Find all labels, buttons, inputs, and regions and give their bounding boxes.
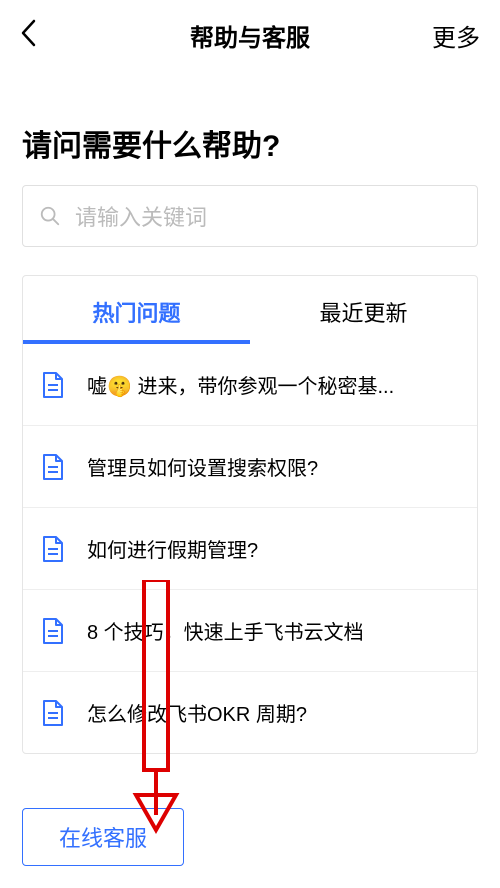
faq-list: 嘘🤫 进来，带你参观一个秘密基... 管理员如何设置搜索权限? xyxy=(23,344,477,753)
search-icon xyxy=(39,205,61,227)
tab-recent[interactable]: 最近更新 xyxy=(250,276,477,344)
online-service-button[interactable]: 在线客服 xyxy=(22,808,184,866)
document-icon xyxy=(41,617,65,645)
list-item[interactable]: 管理员如何设置搜索权限? xyxy=(23,425,477,507)
list-item-text: 怎么修改飞书OKR 周期? xyxy=(87,698,307,727)
list-item[interactable]: 怎么修改飞书OKR 周期? xyxy=(23,671,477,753)
back-button[interactable] xyxy=(20,19,80,52)
list-item-text: 8 个技巧，快速上手飞书云文档 xyxy=(87,616,364,645)
list-item[interactable]: 嘘🤫 进来，带你参观一个秘密基... xyxy=(23,344,477,425)
document-icon xyxy=(41,535,65,563)
header: 帮助与客服 更多 xyxy=(0,0,500,71)
more-button[interactable]: 更多 xyxy=(420,18,480,53)
help-card: 热门问题 最近更新 嘘🤫 进来，带你参观一个秘密基... xyxy=(22,275,478,754)
document-icon xyxy=(41,371,65,399)
page-header-title: 帮助与客服 xyxy=(190,18,310,53)
page-title: 请问需要什么帮助? xyxy=(0,71,500,185)
document-icon xyxy=(41,453,65,481)
list-item[interactable]: 8 个技巧，快速上手飞书云文档 xyxy=(23,589,477,671)
search-input[interactable]: 请输入关键词 xyxy=(22,185,478,247)
chevron-left-icon xyxy=(20,19,36,47)
tab-hot[interactable]: 热门问题 xyxy=(23,276,250,344)
list-item-text: 嘘🤫 进来，带你参观一个秘密基... xyxy=(87,370,394,399)
list-item-text: 如何进行假期管理? xyxy=(87,534,258,563)
document-icon xyxy=(41,699,65,727)
list-item[interactable]: 如何进行假期管理? xyxy=(23,507,477,589)
list-item-text: 管理员如何设置搜索权限? xyxy=(87,452,318,481)
search-placeholder: 请输入关键词 xyxy=(75,200,207,232)
tabs: 热门问题 最近更新 xyxy=(23,276,477,344)
